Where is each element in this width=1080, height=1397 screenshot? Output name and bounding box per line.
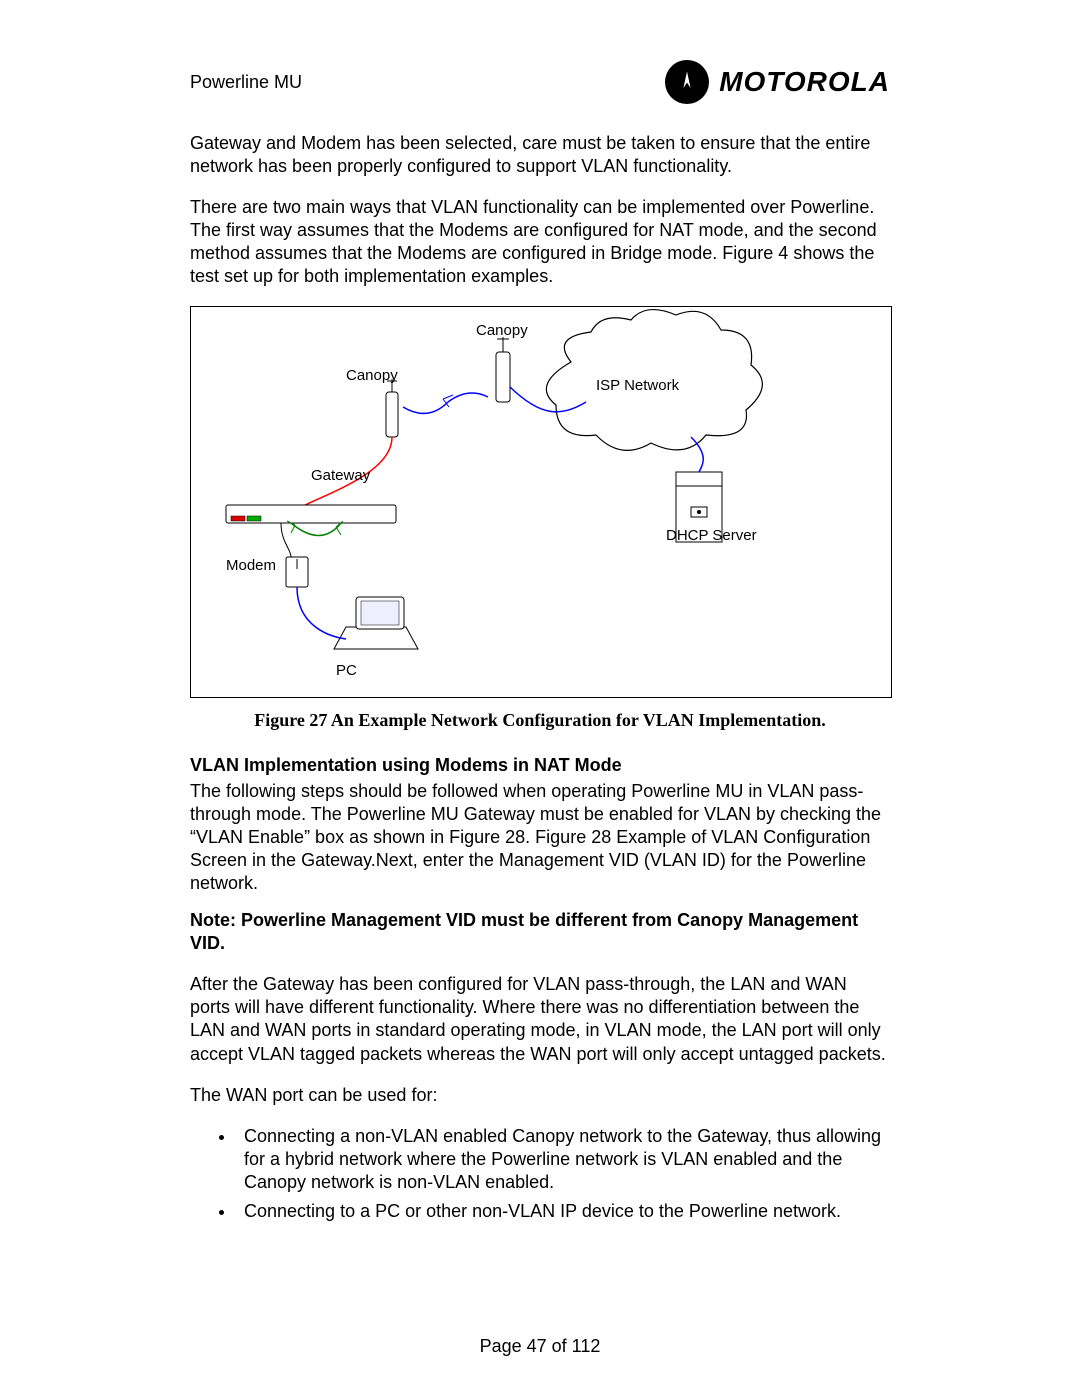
diagram-label-isp: ISP Network bbox=[596, 377, 679, 394]
motorola-batwing-icon bbox=[665, 60, 709, 104]
note-paragraph: Note: Powerline Management VID must be d… bbox=[190, 909, 890, 955]
network-diagram-figure: Canopy Canopy ISP Network Gateway DHCP S… bbox=[190, 306, 892, 698]
paragraph: The following steps should be followed w… bbox=[190, 780, 890, 895]
brand-logo: MOTOROLA bbox=[665, 60, 890, 104]
page-number: Page 47 of 112 bbox=[0, 1336, 1080, 1357]
network-diagram-svg bbox=[191, 307, 891, 697]
diagram-label-pc: PC bbox=[336, 662, 357, 679]
paragraph: After the Gateway has been configured fo… bbox=[190, 973, 890, 1065]
diagram-label-canopy-right: Canopy bbox=[476, 322, 528, 339]
diagram-label-canopy-left: Canopy bbox=[346, 367, 398, 384]
figure-caption: Figure 27 An Example Network Configurati… bbox=[190, 710, 890, 731]
paragraph: Gateway and Modem has been selected, car… bbox=[190, 132, 890, 178]
diagram-label-modem: Modem bbox=[226, 557, 276, 574]
bullet-list: Connecting a non-VLAN enabled Canopy net… bbox=[190, 1125, 890, 1223]
list-item: Connecting to a PC or other non-VLAN IP … bbox=[236, 1200, 890, 1223]
brand-wordmark: MOTOROLA bbox=[719, 66, 890, 98]
section-heading: VLAN Implementation using Modems in NAT … bbox=[190, 755, 890, 776]
list-item: Connecting a non-VLAN enabled Canopy net… bbox=[236, 1125, 890, 1194]
paragraph: There are two main ways that VLAN functi… bbox=[190, 196, 890, 288]
page-header: Powerline MU MOTOROLA bbox=[190, 60, 890, 104]
diagram-label-dhcp: DHCP Server bbox=[666, 527, 757, 544]
paragraph: The WAN port can be used for: bbox=[190, 1084, 890, 1107]
diagram-label-gateway: Gateway bbox=[311, 467, 370, 484]
document-page: Powerline MU MOTOROLA Gateway and Modem … bbox=[0, 0, 1080, 1397]
doc-title: Powerline MU bbox=[190, 72, 302, 93]
